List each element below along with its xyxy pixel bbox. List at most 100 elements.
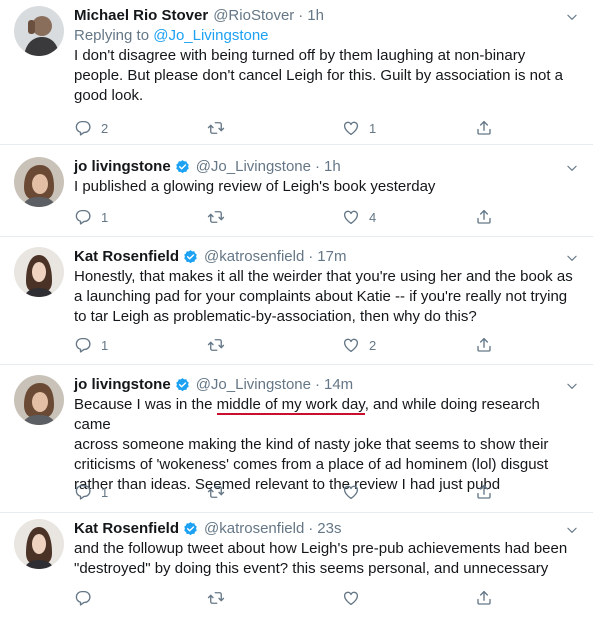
timestamp[interactable]: 1h (324, 157, 341, 177)
chevron-down-icon[interactable] (565, 523, 579, 537)
tweet-text-line: I published a glowing review of Leigh's … (74, 178, 436, 195)
chevron-down-icon[interactable] (565, 251, 579, 265)
heart-icon (342, 483, 360, 501)
chevron-down-icon[interactable] (565, 379, 579, 393)
retweet-icon (207, 336, 225, 354)
tweet-actions (74, 588, 504, 608)
avatar[interactable] (14, 6, 64, 56)
timestamp[interactable]: 17m (317, 247, 346, 267)
display-name[interactable]: Kat Rosenfield (74, 519, 179, 539)
heart-icon (342, 336, 360, 354)
like-button[interactable]: 2 (342, 335, 376, 355)
share-button[interactable] (475, 118, 493, 138)
avatar-photo (14, 6, 64, 56)
avatar-photo (14, 375, 64, 425)
timestamp[interactable]: 23s (317, 519, 341, 539)
tweet-text: Because I was in the middle of my work d… (74, 395, 573, 495)
tweet[interactable]: Michael Rio Stover @RioStover · 1h Reply… (0, 0, 593, 145)
tweet-actions: 1 4 (74, 207, 504, 227)
like-count: 4 (369, 209, 377, 225)
retweet-button[interactable] (207, 335, 234, 355)
reply-button[interactable]: 1 (74, 335, 108, 355)
like-button[interactable] (342, 588, 369, 608)
retweet-icon (207, 208, 225, 226)
tweet-text-line: and the followup tweet about how Leigh's… (74, 540, 568, 557)
tweet-text-line: "destroyed" by doing this event? this se… (74, 560, 549, 577)
tweet-text: Honestly, that makes it all the weirder … (74, 267, 573, 327)
separator-dot: · (308, 520, 314, 537)
reply-icon (74, 483, 92, 501)
retweet-icon (207, 483, 225, 501)
reply-icon (74, 336, 92, 354)
avatar[interactable] (14, 375, 64, 425)
display-name[interactable]: jo livingstone (74, 375, 171, 395)
tweet[interactable]: jo livingstone @Jo_Livingstone · 1h I pu… (0, 145, 593, 237)
text-segment: Because I was in the (74, 396, 217, 413)
display-name[interactable]: Kat Rosenfield (74, 247, 179, 267)
tweet-text-line: Honestly, that makes it all the weirder … (74, 268, 573, 285)
reply-count: 1 (101, 484, 109, 500)
reply-button[interactable] (74, 588, 101, 608)
heart-icon (342, 119, 360, 137)
tweet[interactable]: jo livingstone @Jo_Livingstone · 14m Bec… (0, 365, 593, 513)
avatar-photo (14, 157, 64, 207)
avatar[interactable] (14, 247, 64, 297)
tweet-text: and the followup tweet about how Leigh's… (74, 539, 573, 579)
tweet-text-line: across someone making the kind of nasty … (74, 436, 549, 453)
tweet-thread: Michael Rio Stover @RioStover · 1h Reply… (0, 0, 593, 618)
heart-icon (342, 208, 360, 226)
share-button[interactable] (475, 588, 493, 608)
share-button[interactable] (475, 335, 493, 355)
like-button[interactable] (342, 482, 369, 502)
tweet-text-line: a launching pad for your complaints abou… (74, 288, 568, 305)
avatar-photo (14, 247, 64, 297)
user-handle[interactable]: @katrosenfield (204, 519, 304, 539)
retweet-button[interactable] (207, 482, 234, 502)
retweet-button[interactable] (207, 588, 234, 608)
tweet[interactable]: Kat Rosenfield @katrosenfield · 17m Hone… (0, 237, 593, 365)
tweet-actions: 2 1 (74, 118, 504, 138)
tweet-actions: 1 (74, 482, 504, 502)
display-name[interactable]: Michael Rio Stover (74, 6, 208, 26)
share-icon (475, 208, 493, 226)
avatar[interactable] (14, 519, 64, 569)
heart-icon (342, 589, 360, 607)
reply-count: 1 (101, 337, 109, 353)
reply-count: 1 (101, 209, 109, 225)
display-name[interactable]: jo livingstone (74, 157, 171, 177)
share-button[interactable] (475, 482, 493, 502)
like-button[interactable]: 4 (342, 207, 376, 227)
chevron-down-icon[interactable] (565, 161, 579, 175)
retweet-icon (207, 589, 225, 607)
reply-icon (74, 119, 92, 137)
like-count: 2 (369, 337, 377, 353)
reply-count: 2 (101, 120, 109, 136)
separator-dot: · (308, 248, 314, 265)
tweet-text: I published a glowing review of Leigh's … (74, 177, 573, 197)
reply-button[interactable]: 2 (74, 118, 108, 138)
separator-dot: · (298, 7, 304, 24)
like-button[interactable]: 1 (342, 118, 376, 138)
reply-icon (74, 589, 92, 607)
tweet-text-line: good look. (74, 87, 144, 104)
avatar[interactable] (14, 157, 64, 207)
tweet-text-line: people. But please don't cancel Leigh fo… (74, 67, 563, 84)
reply-button[interactable]: 1 (74, 482, 108, 502)
tweet-text-line: Because I was in the middle of my work d… (74, 395, 573, 435)
retweet-button[interactable] (207, 207, 234, 227)
tweet-text-line: I don't disagree with being turned off b… (74, 47, 526, 64)
user-handle[interactable]: @Jo_Livingstone (196, 375, 311, 395)
replying-to-link[interactable]: @Jo_Livingstone (153, 27, 268, 44)
user-handle[interactable]: @Jo_Livingstone (196, 157, 311, 177)
chevron-down-icon[interactable] (565, 10, 579, 24)
timestamp[interactable]: 1h (307, 6, 324, 26)
like-count: 1 (369, 120, 377, 136)
reply-icon (74, 208, 92, 226)
share-button[interactable] (475, 207, 493, 227)
user-handle[interactable]: @katrosenfield (204, 247, 304, 267)
reply-button[interactable]: 1 (74, 207, 108, 227)
retweet-button[interactable] (207, 118, 234, 138)
tweet[interactable]: Kat Rosenfield @katrosenfield · 23s and … (0, 513, 593, 618)
user-handle[interactable]: @RioStover (213, 6, 294, 26)
timestamp[interactable]: 14m (324, 375, 353, 395)
